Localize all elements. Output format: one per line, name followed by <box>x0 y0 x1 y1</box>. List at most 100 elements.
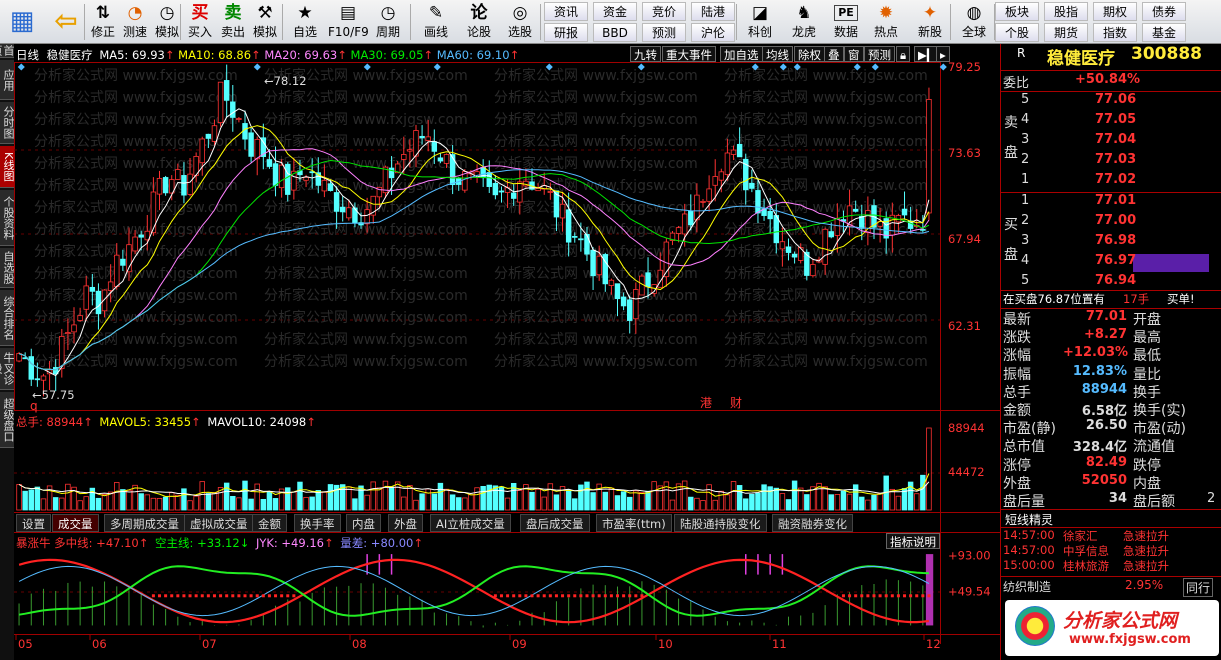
kline-chart-area[interactable]: 分析家公式网 www.fxjgsw.com 分析家公式网 www.fxjgsw.c… <box>14 44 1000 660</box>
quick-link[interactable]: 个股 <box>995 23 1039 42</box>
quick-link[interactable]: 股指 <box>1044 2 1088 21</box>
quick-link[interactable]: 债券 <box>1142 2 1186 21</box>
kline-tool-button[interactable]: 加自选 <box>720 46 763 62</box>
candle-body <box>223 80 230 101</box>
toolbar-label: 测速 <box>122 25 147 39</box>
volume-bar <box>407 485 413 511</box>
hammer-button[interactable]: ⚒ 模拟 <box>250 2 280 42</box>
candle-body <box>712 176 718 186</box>
left-nav-item[interactable]: 首页 <box>0 44 15 58</box>
quick-link[interactable]: 期货 <box>1044 23 1088 42</box>
kline-tool-button[interactable]: 九转 <box>630 46 661 62</box>
ind-dot <box>243 594 247 598</box>
quick-link[interactable]: 资讯 <box>544 2 588 21</box>
left-nav-item[interactable]: 个股资料 <box>0 190 15 246</box>
quick-link[interactable]: 预测 <box>642 23 686 42</box>
indicator-tab[interactable]: 多周期成交量 <box>104 514 185 532</box>
period-button[interactable]: ◷ 周期 <box>370 2 406 42</box>
left-nav-item[interactable]: 超级盘口 <box>0 392 15 448</box>
clock-button[interactable]: ◷ 模拟 <box>152 2 182 42</box>
elf-time: 14:57:00 <box>1003 528 1055 542</box>
data-button[interactable]: PE 数据 <box>828 2 864 42</box>
stock-pick-button[interactable]: ◎ 选股 <box>502 2 538 42</box>
stat-label-2: 内盘 <box>1133 475 1161 492</box>
kline-tool-button[interactable]: 叠 <box>824 46 844 62</box>
sell-button[interactable]: 卖卖出 <box>218 2 248 42</box>
back-arrow-button[interactable]: ⇦ <box>48 2 84 42</box>
f10-button[interactable]: ▤ F10/F9 <box>328 2 369 42</box>
indicator-tab[interactable]: 陆股通持股变化 <box>674 514 767 532</box>
ma10-label: MA10: 68.86 <box>178 48 252 62</box>
kline-tool-button[interactable]: 窗 <box>844 46 864 62</box>
candle-body <box>785 246 792 253</box>
globe-button[interactable]: ◍ 全球 <box>956 2 992 42</box>
left-nav-item[interactable]: 应用 <box>0 60 15 100</box>
candle-body <box>181 175 187 196</box>
left-nav-item[interactable]: 自选股 <box>0 248 15 288</box>
new-stock-button[interactable]: ✦ 新股 <box>912 2 948 42</box>
quick-link[interactable]: 陆港 <box>691 2 735 21</box>
ind-red-line <box>18 558 930 624</box>
indicator-tab[interactable]: 内盘 <box>346 514 381 532</box>
buy-button[interactable]: 买买入 <box>185 2 215 42</box>
dragon-tiger-button[interactable]: ♞ 龙虎 <box>786 2 822 42</box>
indicator-tab[interactable]: 虚拟成交量 <box>184 514 254 532</box>
indicator-tab[interactable]: 融资融券变化 <box>772 514 853 532</box>
quick-link[interactable]: 指数 <box>1093 23 1137 42</box>
quick-link[interactable]: 沪伦 <box>691 23 735 42</box>
indicator-tab[interactable]: 盘后成交量 <box>520 514 590 532</box>
quick-link[interactable]: 期权 <box>1093 2 1137 21</box>
lock-icon[interactable]: 🔒︎ <box>896 46 911 62</box>
quick-link[interactable]: 资金 <box>593 2 637 21</box>
indicator-tab[interactable]: 外盘 <box>388 514 423 532</box>
quick-link[interactable]: 研报 <box>544 23 588 42</box>
favorites-button[interactable]: ★ 自选 <box>288 2 322 42</box>
indicator-tab[interactable]: 金额 <box>252 514 287 532</box>
candle-body <box>175 169 181 180</box>
stock-name-label: 稳健医疗 <box>46 48 93 62</box>
stat-label: 最新 <box>1003 312 1031 328</box>
elf-time: 14:57:00 <box>1003 543 1055 557</box>
volume-bar <box>468 494 474 511</box>
indicator-tab[interactable]: 换手率 <box>294 514 341 532</box>
volume-bar <box>431 493 438 511</box>
quick-link[interactable]: 基金 <box>1142 23 1186 42</box>
volume-bar <box>266 491 273 511</box>
left-nav-item[interactable]: 综合排名 <box>0 290 15 346</box>
left-nav-item[interactable]: K线图 <box>0 146 15 188</box>
volume-bar <box>394 481 401 511</box>
watermark-text: 分析家公式网 www.fxjgsw.com <box>494 89 698 106</box>
pencil-button[interactable]: ✎ 画线 <box>418 2 454 42</box>
watermark-text: 分析家公式网 www.fxjgsw.com <box>34 199 238 216</box>
ask-price: 77.05 <box>1095 112 1137 127</box>
ind-c-label: JYK: +49.16 <box>255 536 324 550</box>
quick-link[interactable]: 板块 <box>995 2 1039 21</box>
divider <box>1001 509 1221 510</box>
candle-body <box>859 215 865 229</box>
kline-tool-button[interactable]: 均线 <box>762 46 793 62</box>
volume-bar <box>65 483 71 511</box>
hotspot-button[interactable]: ✹ 热点 <box>868 2 904 42</box>
up-down-button[interactable]: ⇅ 修正 <box>88 2 118 42</box>
left-nav-item[interactable]: 牛叉诊股 <box>0 348 15 390</box>
kline-tool-button[interactable]: 重大事件 <box>662 46 716 62</box>
indicator-help-button[interactable]: 指标说明 <box>886 533 940 549</box>
app-grid-button[interactable]: ▦ <box>2 2 42 42</box>
ind-dot <box>640 594 644 598</box>
expand-icon[interactable]: ▸ <box>936 46 950 62</box>
indicator-tab[interactable]: 成交量 <box>52 514 99 532</box>
indicator-tab[interactable]: 设置 <box>16 514 51 532</box>
indicator-tab[interactable]: 市盈率(ttm) <box>596 514 672 532</box>
kline-svg[interactable]: 分析家公式网 www.fxjgsw.com 分析家公式网 www.fxjgsw.c… <box>14 44 1000 660</box>
indicator-tab[interactable]: AI立桩成交量 <box>430 514 511 532</box>
quick-link[interactable]: BBD <box>593 23 637 42</box>
left-nav-item[interactable]: 分时图 <box>0 102 15 144</box>
kline-tool-button[interactable]: 预测 <box>864 46 895 62</box>
kechuang-button[interactable]: ◪ 科创 <box>741 2 779 42</box>
kline-tool-button[interactable]: 除权 <box>794 46 825 62</box>
discuss-button[interactable]: 论论股 <box>462 2 496 42</box>
speed-button[interactable]: ◔ 测速 <box>120 2 150 42</box>
quick-link[interactable]: 竞价 <box>642 2 686 21</box>
period-label[interactable]: 日线 <box>16 48 39 62</box>
volume-bar <box>364 494 370 511</box>
